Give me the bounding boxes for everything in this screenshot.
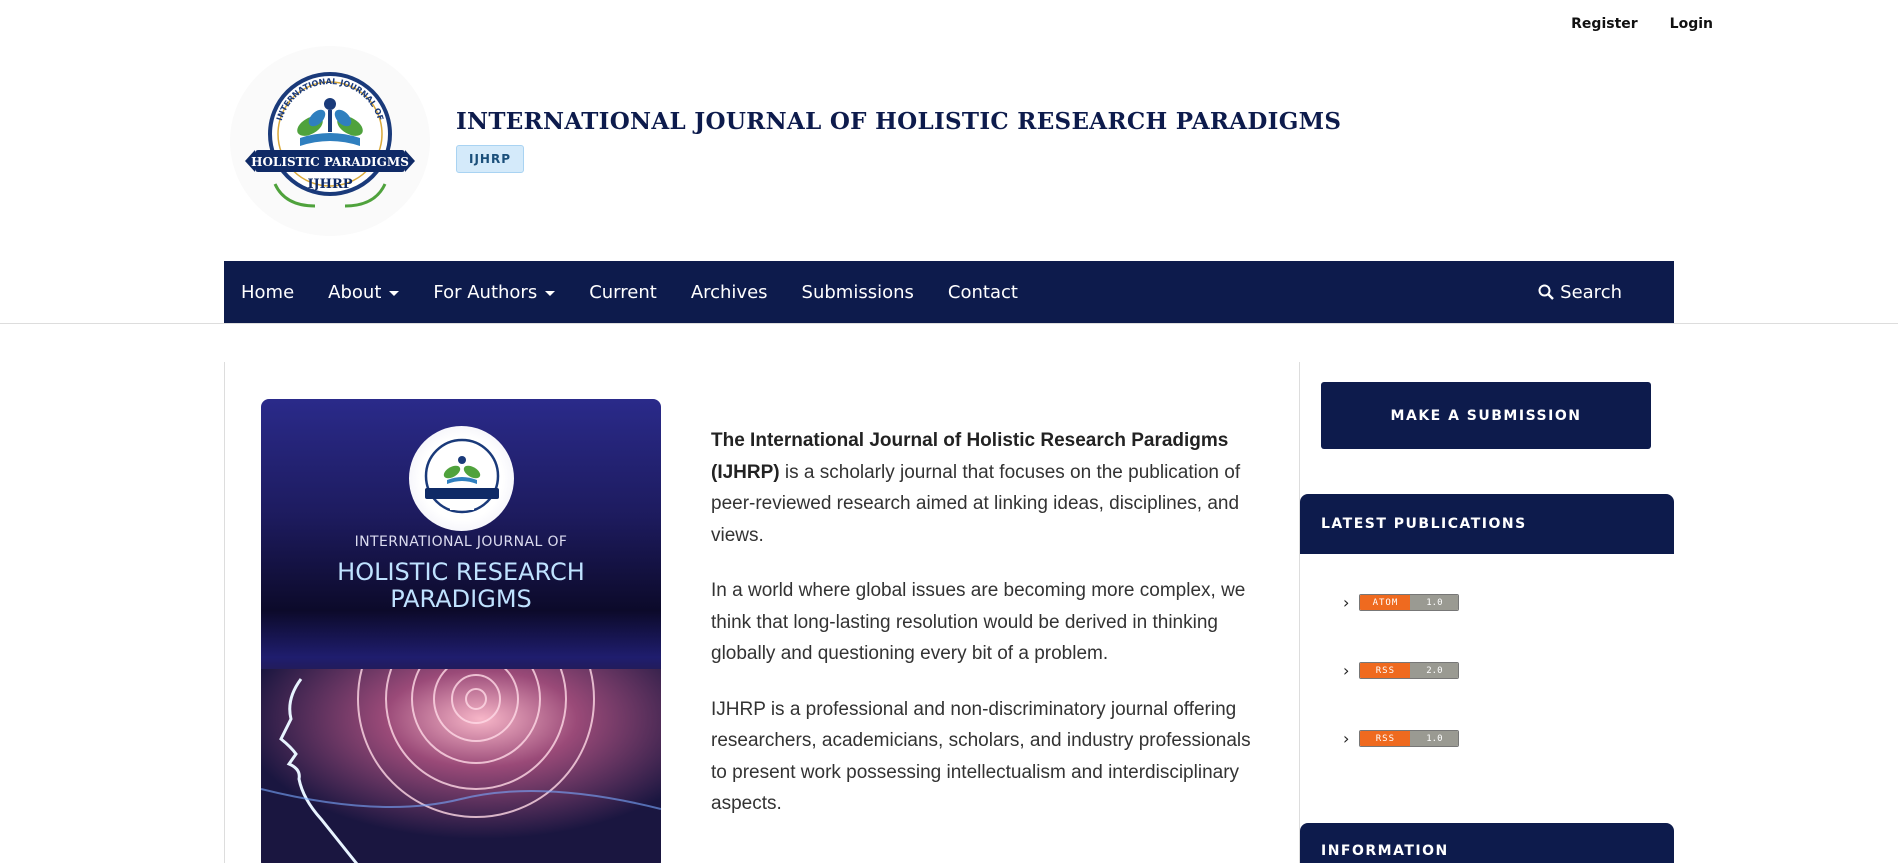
feed-rss2[interactable]: › RSS 2.0: [1343, 661, 1460, 680]
nav-for-authors[interactable]: For Authors: [416, 282, 572, 303]
chevron-right-icon: ›: [1343, 729, 1350, 748]
cover-logo: [409, 426, 514, 531]
journal-cover-image: INTERNATIONAL JOURNAL OF HOLISTIC RESEAR…: [261, 399, 661, 863]
rss2-feed-badge[interactable]: RSS 2.0: [1359, 662, 1460, 679]
latest-publications-heading: LATEST PUBLICATIONS: [1300, 494, 1674, 554]
feed-format: RSS: [1360, 663, 1411, 678]
logo-abbr-text: IJHRP: [307, 177, 352, 192]
search-icon: [1538, 284, 1555, 300]
logo-banner-text: HOLISTIC PARADIGMS: [251, 155, 409, 169]
search-label: Search: [1560, 281, 1622, 303]
nav-for-authors-label: For Authors: [433, 281, 538, 303]
header-divider: [0, 323, 1898, 324]
intro-paragraph-1-text: is a scholarly journal that focuses on t…: [711, 461, 1241, 546]
register-link[interactable]: Register: [1571, 16, 1638, 32]
feed-atom[interactable]: › ATOM 1.0: [1343, 593, 1460, 612]
make-submission-button[interactable]: MAKE A SUBMISSION: [1321, 382, 1651, 449]
nav-submissions[interactable]: Submissions: [785, 282, 931, 303]
user-nav: Register Login: [1571, 16, 1713, 32]
atom-feed-badge[interactable]: ATOM 1.0: [1359, 594, 1460, 611]
intro-paragraph-1: The International Journal of Holistic Re…: [711, 425, 1261, 551]
logo-emblem: INTERNATIONAL JOURNAL OF HOLISTIC PARADI…: [245, 72, 415, 208]
journal-description: The International Journal of Holistic Re…: [711, 425, 1261, 844]
search-link[interactable]: Search: [1521, 282, 1639, 303]
nav-current-label: Current: [589, 281, 657, 303]
chevron-right-icon: ›: [1343, 661, 1350, 680]
cover-artwork: [261, 669, 661, 863]
nav-submissions-label: Submissions: [801, 281, 914, 303]
journal-abbreviation-badge: IJHRP: [456, 145, 525, 173]
content-left-border: [224, 362, 225, 863]
rss1-feed-badge[interactable]: RSS 1.0: [1359, 730, 1460, 747]
intro-paragraph-3: IJHRP is a professional and non-discrimi…: [711, 698, 1251, 815]
nav-home-label: Home: [241, 281, 295, 303]
nav-archives[interactable]: Archives: [674, 282, 785, 303]
nav-contact[interactable]: Contact: [931, 282, 1035, 303]
nav-about[interactable]: About: [311, 282, 416, 303]
chevron-right-icon: ›: [1343, 593, 1350, 612]
nav-archives-label: Archives: [690, 281, 768, 303]
journal-logo[interactable]: INTERNATIONAL JOURNAL OF HOLISTIC PARADI…: [230, 46, 430, 236]
feed-version: 2.0: [1410, 663, 1459, 678]
site-title[interactable]: INTERNATIONAL JOURNAL OF HOLISTIC RESEAR…: [456, 108, 1341, 135]
feed-format: ATOM: [1360, 595, 1411, 610]
sidebar-divider: [1299, 362, 1300, 863]
nav-current[interactable]: Current: [572, 282, 674, 303]
information-heading: INFORMATION: [1300, 823, 1674, 863]
caret-down-icon: [389, 291, 400, 296]
feed-version: 1.0: [1410, 595, 1459, 610]
caret-down-icon: [545, 291, 556, 296]
cover-title-line2b: PARADIGMS: [390, 585, 532, 613]
cover-title-line2: HOLISTIC RESEARCH PARADIGMS: [261, 559, 661, 613]
primary-nav: Home About For Authors Current Archives …: [224, 261, 1674, 323]
feed-format: RSS: [1360, 731, 1411, 746]
nav-about-label: About: [328, 281, 382, 303]
cover-emblem: [424, 438, 499, 513]
feed-version: 1.0: [1410, 731, 1459, 746]
login-link[interactable]: Login: [1670, 16, 1713, 32]
intro-paragraph-2: In a world where global issues are becom…: [711, 580, 1246, 664]
nav-contact-label: Contact: [947, 281, 1018, 303]
nav-home[interactable]: Home: [224, 282, 311, 303]
cover-title-line2a: HOLISTIC RESEARCH: [337, 558, 585, 586]
cover-title-line1: INTERNATIONAL JOURNAL OF: [354, 534, 568, 550]
feed-rss1[interactable]: › RSS 1.0: [1343, 729, 1460, 748]
